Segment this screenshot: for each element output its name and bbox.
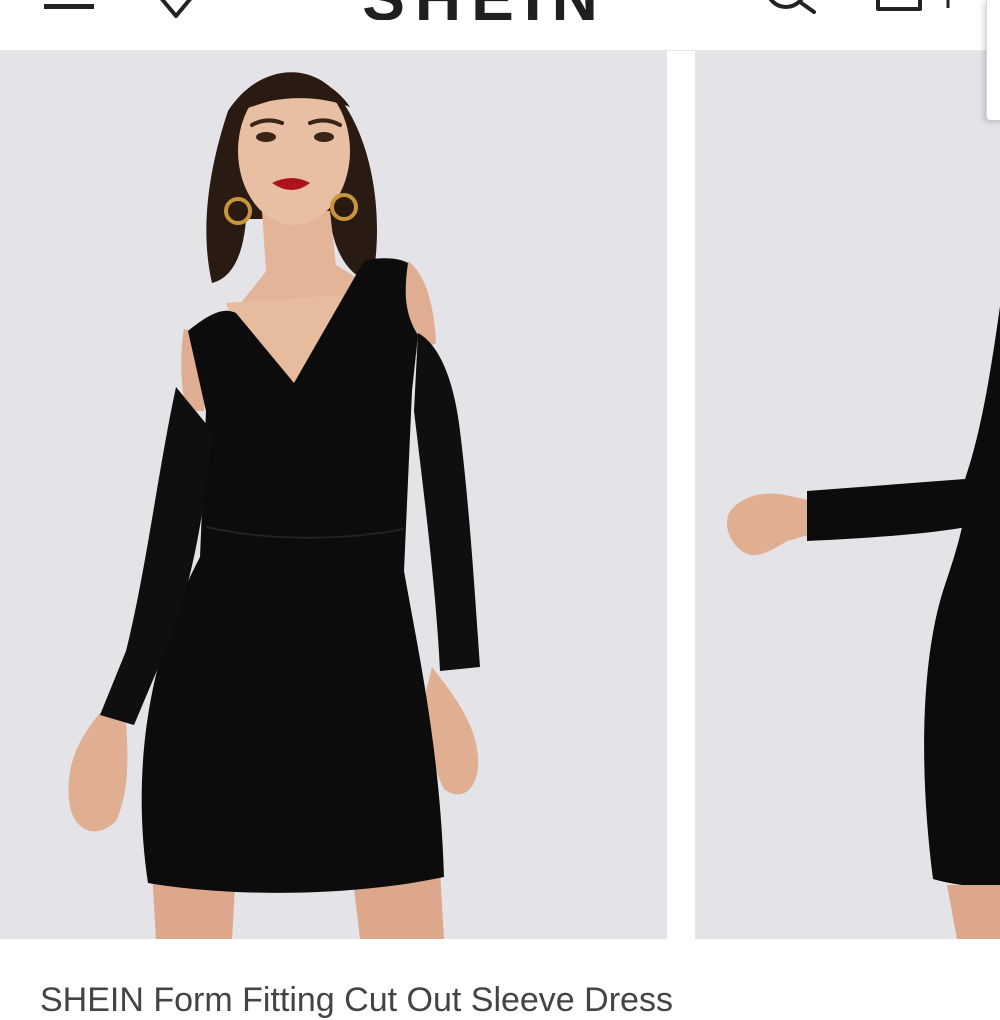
shopping-bag-icon — [876, 0, 950, 11]
brand-logo[interactable]: SHEIN — [340, 0, 630, 20]
search-button[interactable] — [756, 0, 820, 16]
heart-icon — [160, 0, 192, 18]
top-app-bar: SHEIN — [0, 0, 1000, 50]
product-photo-front[interactable] — [0, 51, 667, 939]
model-back-illustration — [695, 51, 1000, 939]
menu-button[interactable] — [36, 0, 100, 18]
product-image-gallery[interactable] — [0, 51, 1000, 939]
model-front-illustration — [0, 51, 667, 939]
search-icon — [768, 0, 816, 14]
shopping-bag-button[interactable] — [868, 0, 964, 16]
edge-overlay-panel[interactable] — [986, 0, 1000, 120]
wishlist-button[interactable] — [150, 0, 204, 20]
product-photo-back[interactable] — [695, 51, 1000, 939]
product-title: SHEIN Form Fitting Cut Out Sleeve Dress — [40, 981, 673, 1019]
hamburger-menu-icon — [44, 4, 94, 9]
